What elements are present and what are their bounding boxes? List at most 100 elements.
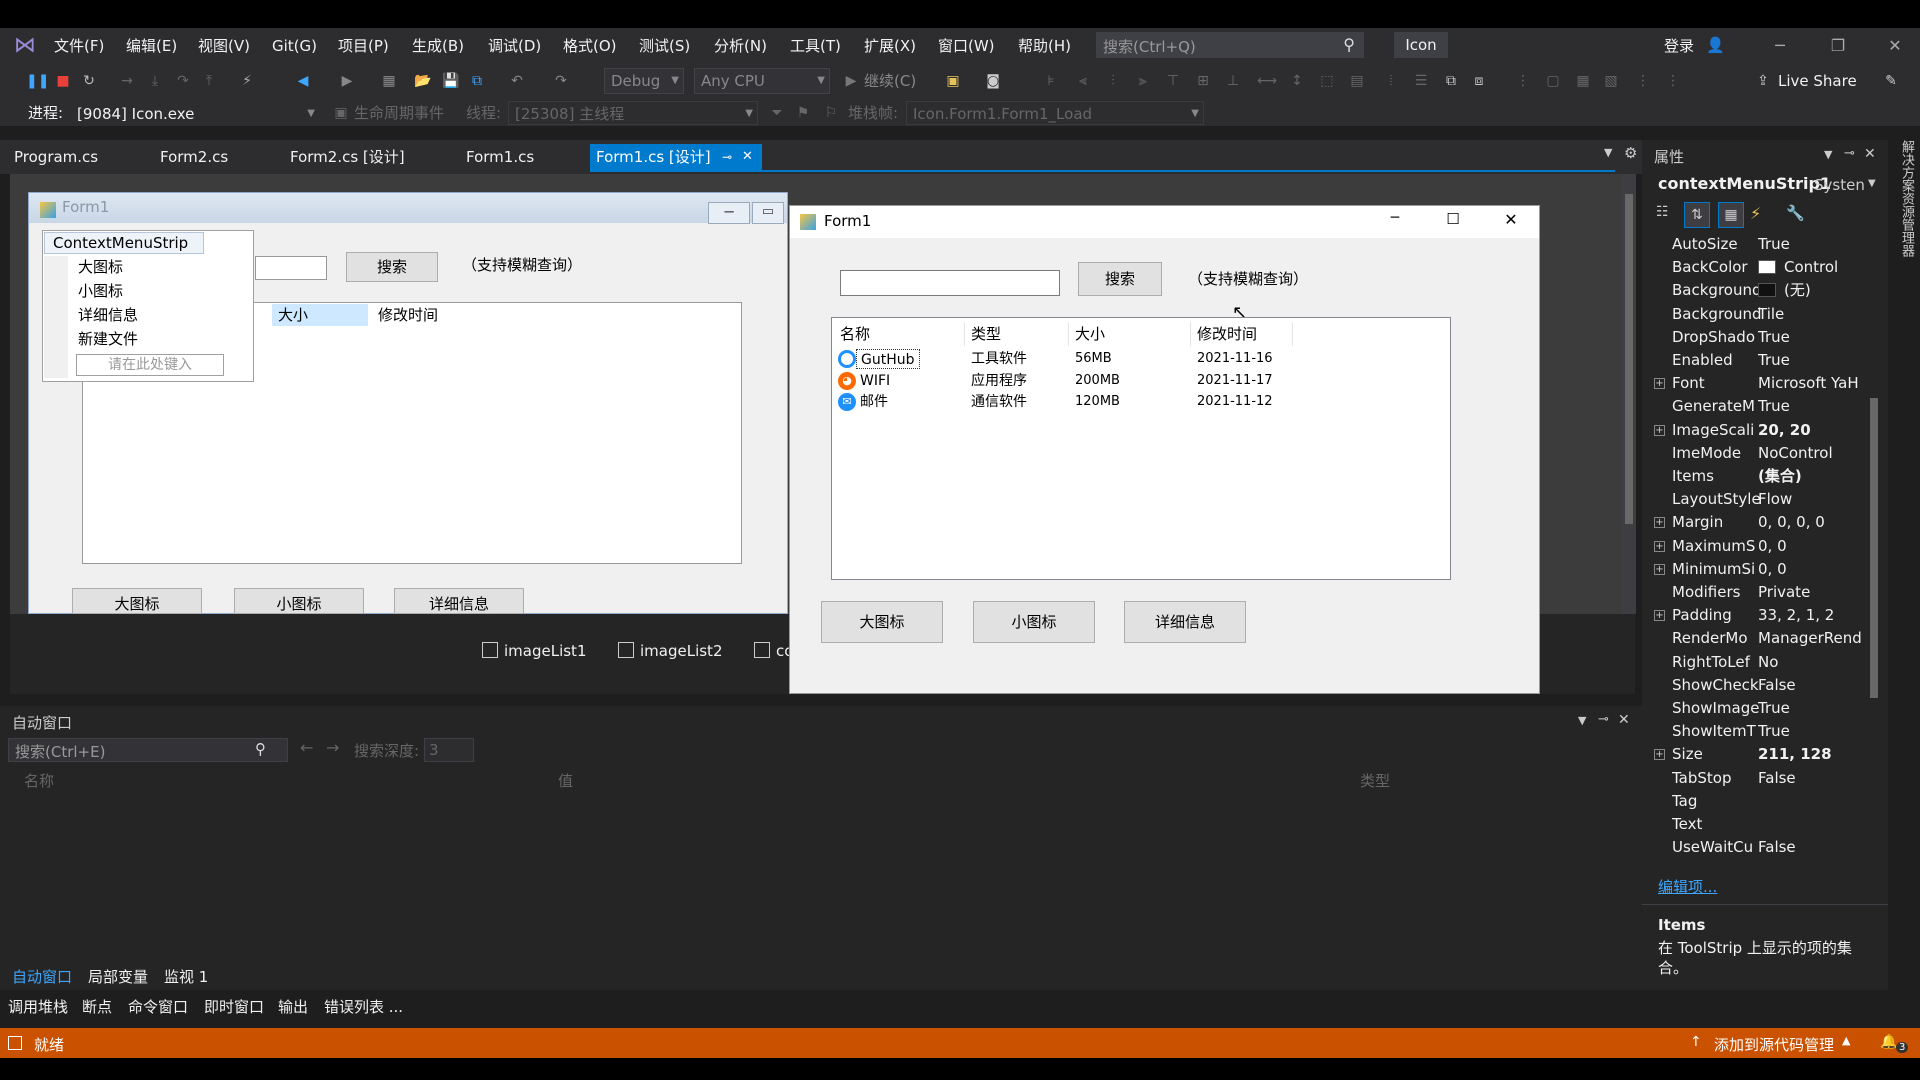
property-row[interactable]: ShowImage True (1652, 697, 1866, 720)
property-scroll-thumb[interactable] (1870, 398, 1878, 698)
navigate-forward-icon[interactable]: ▶ (336, 70, 358, 92)
chevron-up-icon[interactable]: ▲ (1842, 1034, 1850, 1047)
pin-icon[interactable]: ⊸ (1844, 146, 1855, 161)
form-minimize-button[interactable]: ─ (1380, 210, 1410, 234)
notification-bell-icon[interactable]: 🔔 (1880, 1034, 1897, 1050)
step-into-icon[interactable]: ⤓ (144, 70, 166, 92)
tab-command-window[interactable]: 命令窗口 (128, 996, 188, 1017)
align-bottom-icon[interactable]: ⊥ (1222, 70, 1244, 92)
format-icon[interactable]: ▦ (1572, 70, 1594, 92)
design-search-button[interactable]: 搜索 (346, 252, 438, 282)
flag-threads-icon[interactable]: ⚐ (820, 102, 842, 124)
bring-front-icon[interactable]: ⧉ (1440, 70, 1462, 92)
process-select[interactable]: [9084] Icon.exe ▼ (70, 101, 320, 125)
tab-output[interactable]: 输出 (278, 996, 308, 1017)
filter-icon[interactable]: ⏷ (766, 102, 788, 124)
step-out-icon[interactable]: ⤒ (198, 70, 220, 92)
designer-scrollbar[interactable] (1622, 174, 1636, 614)
categorized-icon[interactable]: ☷ (1656, 204, 1678, 226)
property-row[interactable]: + Padding 33, 2, 1, 2 (1652, 604, 1866, 627)
property-row[interactable]: ShowCheck False (1652, 674, 1866, 697)
pin-icon[interactable]: ⊸ (722, 144, 732, 170)
menu-project[interactable]: 项目(P) (338, 34, 389, 58)
property-value[interactable]: ManagerRend (1758, 627, 1864, 650)
property-row[interactable]: Modifiers Private (1652, 581, 1866, 604)
align-top-icon[interactable]: ⊤ (1162, 70, 1184, 92)
menu-build[interactable]: 生成(B) (412, 34, 464, 58)
login-link[interactable]: 登录 (1664, 34, 1694, 58)
design-col-size[interactable]: 大小 (272, 304, 368, 326)
tab-immediate-window[interactable]: 即时窗口 (204, 996, 264, 1017)
tab-overflow-icon[interactable]: ▼ (1604, 146, 1612, 159)
pin-icon[interactable]: ⊸ (1598, 712, 1609, 727)
property-row[interactable]: + Size 211, 128 (1652, 743, 1866, 766)
restore-button[interactable]: ❐ (1818, 34, 1858, 58)
uncomment-icon[interactable]: ⋮ (1662, 70, 1684, 92)
close-icon[interactable]: ✕ (742, 144, 753, 170)
property-value[interactable]: True (1758, 326, 1864, 349)
property-value[interactable]: 0, 0 (1758, 535, 1864, 558)
close-window-button[interactable]: ✕ (1875, 34, 1915, 58)
property-scrollbar[interactable] (1868, 236, 1880, 860)
expand-icon[interactable]: + (1654, 540, 1665, 552)
menu-help[interactable]: 帮助(H) (1018, 34, 1071, 58)
table-row-name[interactable]: WIFI (860, 371, 890, 391)
undo-icon[interactable]: ↶ (506, 70, 528, 92)
thread-select[interactable]: [25308] 主线程 ▼ (508, 101, 758, 125)
col-type[interactable]: 类型 (971, 324, 1001, 344)
tab-autos[interactable]: 自动窗口 (12, 966, 72, 987)
context-menu-item-small-icon[interactable]: 小图标 (78, 280, 123, 302)
property-row[interactable]: RenderMo ManagerRend (1652, 627, 1866, 650)
property-pages-icon[interactable]: 🔧 (1786, 204, 1808, 226)
property-value[interactable]: False (1758, 767, 1864, 790)
property-row[interactable]: Text (1652, 813, 1866, 836)
save-all-icon[interactable]: ⧉ (466, 70, 488, 92)
expand-icon[interactable]: + (1654, 424, 1665, 436)
tray-imagelist1[interactable]: imageList1 (482, 640, 587, 662)
form-close-button[interactable]: ✕ (1496, 210, 1526, 234)
property-row[interactable]: GenerateM True (1652, 395, 1866, 418)
property-value[interactable]: No (1758, 651, 1864, 674)
design-search-textbox[interactable] (255, 256, 327, 280)
new-item-icon[interactable]: ▦ (378, 70, 400, 92)
continue-button[interactable]: 继续(C) (864, 70, 916, 92)
property-value[interactable]: True (1758, 697, 1864, 720)
events-icon[interactable]: ⚡ (1750, 204, 1772, 226)
property-row[interactable]: ImeMode NoControl (1652, 442, 1866, 465)
tray-imagelist2[interactable]: imageList2 (618, 640, 723, 662)
autos-search-input[interactable]: 搜索(Ctrl+E) ⚲ (8, 738, 288, 762)
search-depth-select[interactable]: 3 (424, 738, 474, 762)
expand-icon[interactable]: + (1654, 563, 1665, 575)
same-size-icon[interactable]: ⬚ (1316, 70, 1338, 92)
details-button[interactable]: 详细信息 (1124, 601, 1246, 643)
chevron-down-icon[interactable]: ▼ (1868, 178, 1876, 189)
col-modified[interactable]: 修改时间 (1197, 324, 1257, 344)
solution-explorer-side-tab[interactable]: 解决方案资源管理器 (1892, 140, 1916, 290)
property-value[interactable]: Flow (1758, 488, 1864, 511)
screenshot-icon[interactable]: ◙ (982, 70, 1004, 92)
design-details-button[interactable]: 详细信息 (394, 588, 524, 614)
menu-git[interactable]: Git(G) (272, 34, 317, 58)
flag-icon[interactable]: ⚑ (792, 102, 814, 124)
stop-icon[interactable]: ■ (52, 70, 74, 92)
menu-test[interactable]: 测试(S) (639, 34, 690, 58)
property-value[interactable]: True (1758, 349, 1864, 372)
property-row[interactable]: UseWaitCu False (1652, 836, 1866, 859)
tab-breakpoints[interactable]: 断点 (82, 996, 112, 1017)
menu-format[interactable]: 格式(O) (563, 34, 617, 58)
tab-program-cs[interactable]: Program.cs (14, 144, 98, 170)
align-right-icon[interactable]: ⫸ (1132, 70, 1154, 92)
format-extra-icon[interactable]: ▧ (1600, 70, 1622, 92)
show-next-statement-icon[interactable]: → (116, 70, 138, 92)
table-row-name[interactable]: GutHub (856, 349, 920, 369)
spacing-vertical-icon[interactable]: ☰ (1410, 70, 1432, 92)
property-row[interactable]: Tag (1652, 790, 1866, 813)
same-height-icon[interactable]: ↕ (1286, 70, 1308, 92)
menu-edit[interactable]: 编辑(E) (126, 34, 177, 58)
expand-icon[interactable]: + (1654, 610, 1665, 622)
property-value[interactable]: 0, 0, 0, 0 (1758, 511, 1864, 534)
property-row[interactable]: RightToLef No (1652, 651, 1866, 674)
step-over-icon[interactable]: ↷ (172, 70, 194, 92)
property-row[interactable]: Background (无) (1652, 279, 1866, 302)
spacing-icon[interactable]: ⦙ (1380, 70, 1402, 92)
